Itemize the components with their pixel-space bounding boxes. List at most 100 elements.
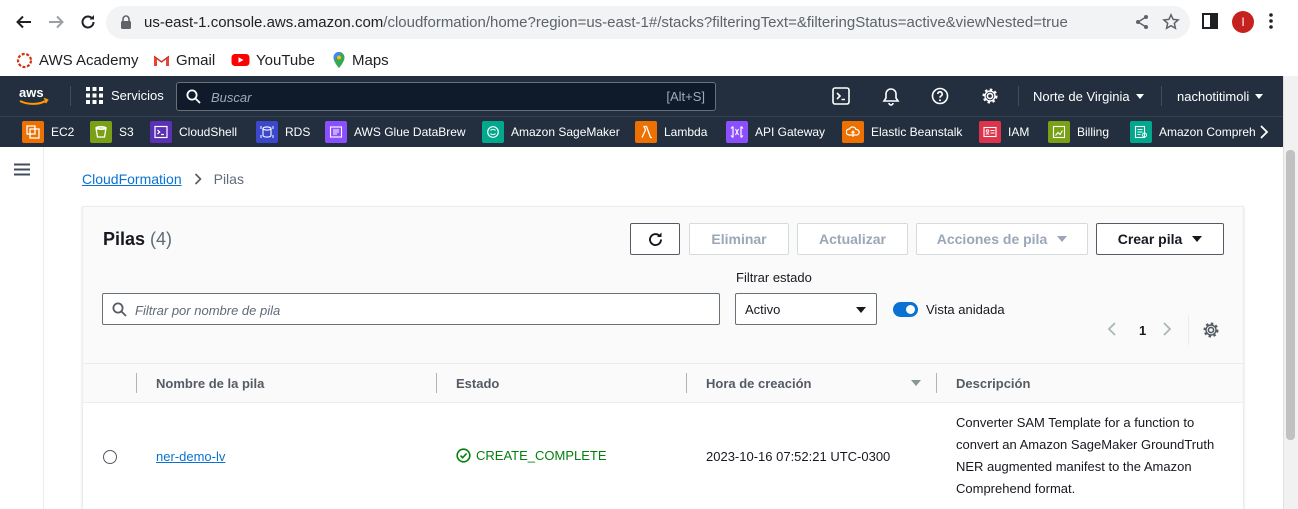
caret-down-icon xyxy=(1057,236,1068,242)
refresh-button[interactable] xyxy=(630,223,680,255)
unified-search[interactable]: [Alt+S] xyxy=(176,82,716,111)
search-input[interactable] xyxy=(211,87,631,107)
column-header-description[interactable]: Descripción xyxy=(956,376,1030,391)
favorite-glue-databrew[interactable]: AWS Glue DataBrew xyxy=(325,121,466,143)
column-separator[interactable] xyxy=(436,373,437,393)
notifications-bell-icon[interactable] xyxy=(882,87,900,106)
region-selector[interactable]: Norte de Virginia xyxy=(1033,89,1144,104)
stacks-heading: Pilas (4) xyxy=(103,229,173,249)
favorite-cloudshell[interactable]: CloudShell xyxy=(150,121,237,143)
column-header-status[interactable]: Estado xyxy=(456,376,499,391)
bookmark-aws-academy[interactable]: AWS Academy xyxy=(16,50,138,70)
gmail-icon xyxy=(153,55,170,66)
aws-top-nav: aws Servicios [Alt+S] Norte de Virginia … xyxy=(0,76,1283,116)
favorite-elastic-beanstalk[interactable]: Elastic Beanstalk xyxy=(842,121,962,143)
favorite-api-gateway[interactable]: API Gateway xyxy=(726,121,825,143)
stack-status: CREATE_COMPLETE xyxy=(456,448,607,463)
nested-view-label: Vista anidada xyxy=(926,302,1005,317)
aws-academy-icon xyxy=(16,52,33,68)
billing-icon xyxy=(1048,121,1070,143)
row-select-radio[interactable] xyxy=(103,450,117,464)
arrow-left-icon xyxy=(16,15,31,29)
caret-down-icon xyxy=(1255,94,1264,99)
hamburger-menu-icon[interactable] xyxy=(14,163,30,176)
grid-icon xyxy=(86,87,103,104)
caret-down-icon xyxy=(1135,94,1144,99)
kebab-menu-icon[interactable] xyxy=(1268,11,1274,31)
url-text: us-east-1.console.aws.amazon.com/cloudfo… xyxy=(144,14,1068,31)
column-separator[interactable] xyxy=(686,373,687,393)
favorite-comprehend[interactable]: Amazon Compreh xyxy=(1130,121,1256,143)
favorite-sagemaker[interactable]: Amazon SageMaker xyxy=(482,121,620,143)
svg-text:aws: aws xyxy=(19,85,44,100)
table-row: ner-demo-lv CREATE_COMPLETE 2023-10-16 0… xyxy=(83,403,1243,509)
chevron-right-icon xyxy=(194,173,202,185)
s3-bucket-icon xyxy=(90,121,112,143)
delete-button[interactable]: Eliminar xyxy=(689,223,789,255)
chevron-right-icon[interactable] xyxy=(1259,124,1269,140)
column-header-name[interactable]: Nombre de la pila xyxy=(156,376,264,391)
page-scrollbar-thumb[interactable] xyxy=(1286,150,1295,440)
breadcrumb: CloudFormation Pilas xyxy=(82,171,244,187)
create-stack-dropdown[interactable]: Crear pila xyxy=(1096,223,1224,255)
nav-divider xyxy=(70,86,71,106)
share-icon[interactable] xyxy=(1134,14,1150,30)
forward-button[interactable] xyxy=(44,10,68,34)
column-separator[interactable] xyxy=(936,373,937,393)
stacks-panel: Pilas (4) Eliminar Actualizar Acciones d… xyxy=(82,206,1244,509)
nav-divider xyxy=(1161,86,1162,106)
search-icon xyxy=(186,89,201,104)
profile-avatar[interactable]: I xyxy=(1232,11,1254,33)
stack-name-filter[interactable] xyxy=(102,293,720,325)
bookmark-star-icon[interactable] xyxy=(1162,13,1180,31)
account-menu[interactable]: nachotitimoli xyxy=(1177,89,1264,104)
glue-databrew-icon xyxy=(325,121,347,143)
reload-button[interactable] xyxy=(76,10,100,34)
status-filter-label: Filtrar estado xyxy=(736,270,812,285)
lock-icon xyxy=(121,15,131,29)
sagemaker-icon xyxy=(482,121,504,143)
stack-filter-input[interactable] xyxy=(135,300,695,320)
aws-logo-icon[interactable]: aws xyxy=(18,85,50,107)
stack-actions-dropdown[interactable]: Acciones de pila xyxy=(916,223,1088,255)
breadcrumb-cloudformation-link[interactable]: CloudFormation xyxy=(82,171,182,187)
caret-down-icon xyxy=(856,307,866,313)
ec2-icon xyxy=(22,121,44,143)
sort-descending-icon[interactable] xyxy=(911,380,921,386)
services-menu-button[interactable]: Servicios xyxy=(86,87,164,104)
success-check-icon xyxy=(456,448,471,463)
bookmark-maps[interactable]: Maps xyxy=(332,50,389,70)
bookmark-gmail[interactable]: Gmail xyxy=(153,50,215,70)
bookmark-youtube[interactable]: YouTube xyxy=(231,50,315,70)
search-shortcut-hint: [Alt+S] xyxy=(666,89,705,104)
current-page-number[interactable]: 1 xyxy=(1139,323,1146,338)
favorite-s3[interactable]: S3 xyxy=(90,121,134,143)
bookmarks-bar: AWS Academy Gmail YouTube Maps xyxy=(0,44,1298,76)
chevron-left-icon[interactable] xyxy=(1107,321,1117,337)
favorite-billing[interactable]: Billing xyxy=(1048,121,1109,143)
table-preferences-gear-icon[interactable] xyxy=(1202,321,1220,339)
favorite-lambda[interactable]: Lambda xyxy=(635,121,707,143)
update-button[interactable]: Actualizar xyxy=(797,223,908,255)
settings-gear-icon[interactable] xyxy=(981,87,999,105)
column-header-created[interactable]: Hora de creación xyxy=(706,376,812,391)
column-separator xyxy=(136,373,137,393)
nested-view-toggle[interactable] xyxy=(893,302,918,317)
rds-database-icon xyxy=(256,121,278,143)
back-button[interactable] xyxy=(12,10,36,34)
chevron-right-icon[interactable] xyxy=(1162,321,1172,337)
stack-name-link[interactable]: ner-demo-lv xyxy=(156,449,225,464)
address-bar[interactable]: us-east-1.console.aws.amazon.com/cloudfo… xyxy=(106,6,1190,39)
help-icon[interactable] xyxy=(931,87,949,105)
lambda-icon xyxy=(635,121,657,143)
comprehend-icon xyxy=(1130,121,1152,143)
youtube-icon xyxy=(231,54,250,66)
status-filter-select[interactable]: Activo xyxy=(735,293,877,325)
side-panel-icon[interactable] xyxy=(1202,12,1218,30)
cloudshell-icon[interactable] xyxy=(832,87,850,105)
favorite-rds[interactable]: RDS xyxy=(256,121,310,143)
favorite-ec2[interactable]: EC2 xyxy=(22,121,74,143)
stacks-count: (4) xyxy=(150,229,173,249)
favorite-iam[interactable]: IAM xyxy=(979,121,1029,143)
favorites-bar: EC2 S3 CloudShell RDS AWS Glue DataBrew … xyxy=(0,116,1283,147)
